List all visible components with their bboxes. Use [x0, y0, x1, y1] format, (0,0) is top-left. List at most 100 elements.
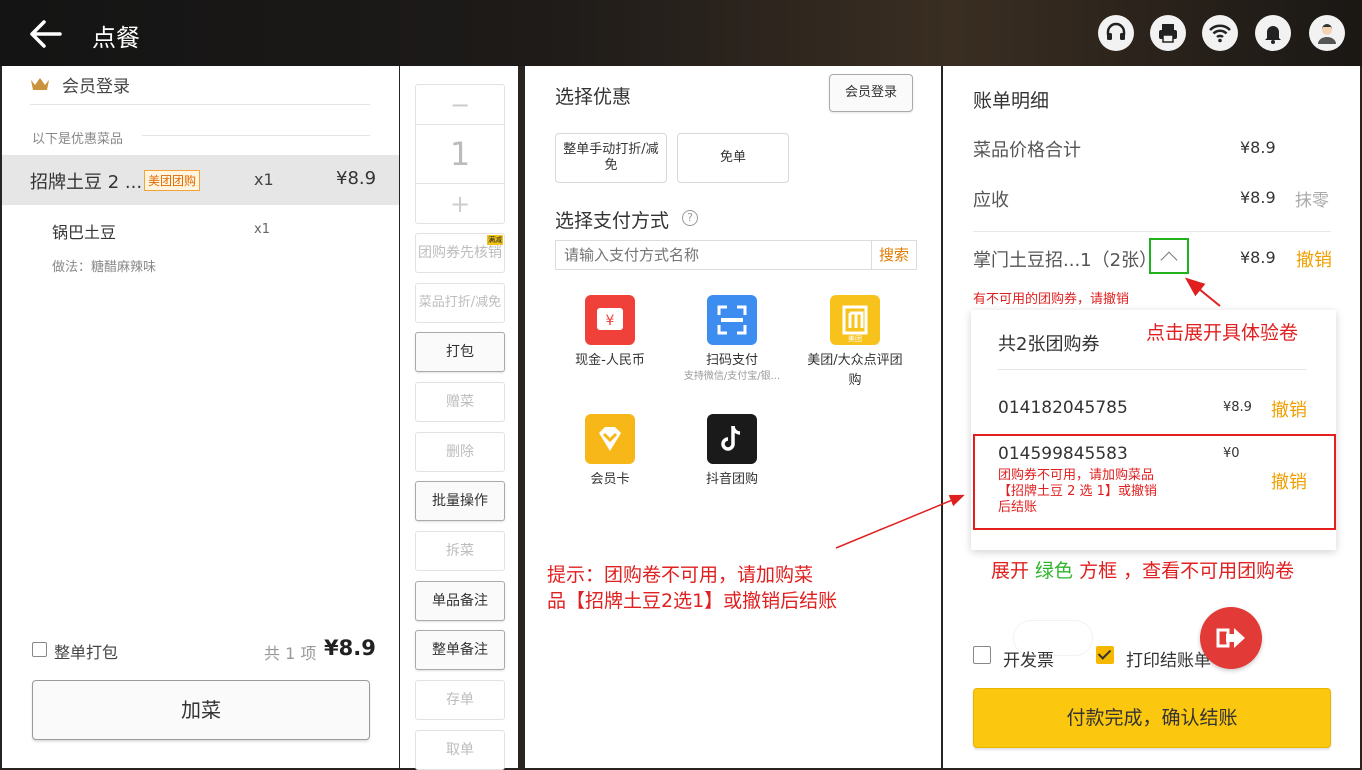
bill-panel: 账单明细 菜品价格合计 ¥8.9 应收 ¥8.9 抹零 掌门土豆招...1（2张… — [943, 66, 1360, 768]
quantity-value: 1 — [449, 135, 471, 173]
discount-section-title: 选择优惠 — [555, 86, 632, 108]
delete-button[interactable]: 删除 — [415, 432, 505, 472]
member-login-link[interactable]: 会员登录 — [62, 72, 130, 97]
coupon-value: ¥8.9 — [1240, 248, 1276, 267]
annotation-hint: 提示：团购卷不可用，请加购菜 品【招牌土豆2选1】或撤销后结账 — [547, 562, 837, 614]
divider — [998, 369, 1306, 370]
subtotal-label: 菜品价格合计 — [973, 140, 1081, 161]
top-bar: 点餐 — [0, 0, 1362, 66]
pay-method-label: 会员卡 — [590, 472, 630, 487]
groupon-verify-button[interactable]: 团购券先核销 满减 — [415, 233, 505, 273]
exit-icon[interactable] — [1200, 607, 1262, 669]
gift-dish-button[interactable]: 赠菜 — [415, 382, 505, 422]
save-order-button[interactable]: 存单 — [415, 680, 505, 720]
payment-search-input[interactable] — [555, 240, 871, 270]
item-qty: x1 — [254, 222, 270, 237]
decrement-button[interactable]: − — [416, 85, 504, 125]
annotation-green-word: 绿色 — [1035, 560, 1074, 582]
pack-button[interactable]: 打包 — [415, 332, 505, 372]
payment-panel: 选择优惠 会员登录 整单手动打折/减免 免单 选择支付方式 ? 搜索 ¥ 现金-… — [525, 66, 941, 768]
coupon-label: 掌门土豆招...1（2张） — [973, 250, 1158, 271]
pack-all-checkbox[interactable] — [32, 642, 47, 657]
avatar[interactable] — [1309, 15, 1345, 51]
scan-icon — [707, 295, 757, 345]
batch-operation-button[interactable]: 批量操作 — [415, 481, 505, 521]
pay-method-label: 美团/大众点评团购 — [807, 353, 903, 388]
payment-method-title: 选择支付方式 — [555, 210, 670, 232]
pack-all-label: 整单打包 — [54, 643, 119, 662]
print-receipt-checkbox[interactable] — [1096, 646, 1114, 664]
print-receipt-label: 打印结账单 — [1126, 651, 1211, 671]
annotation-red-box — [973, 434, 1336, 530]
back-arrow-icon[interactable] — [28, 18, 64, 50]
order-item-row[interactable]: 招牌土豆 2 ... 美团团购 x1 ¥8.9 — [2, 155, 399, 205]
page-title: 点餐 — [92, 24, 140, 52]
search-button[interactable]: 搜索 — [871, 240, 917, 270]
yen-icon: ¥ — [585, 295, 635, 345]
pay-method-label: 抖音团购 — [705, 472, 758, 487]
operations-column: − 1 + 团购券先核销 满减 菜品打折/减免 打包 赠菜 删除 批量操作 拆菜 … — [400, 66, 518, 770]
dish-discount-button[interactable]: 菜品打折/减免 — [415, 283, 505, 323]
item-price: ¥8.9 — [336, 168, 377, 189]
pay-method-label: 扫码支付 — [705, 353, 758, 368]
invoice-label: 开发票 — [1003, 651, 1054, 671]
bell-icon[interactable] — [1255, 15, 1291, 51]
receivable-value: ¥8.9 — [1240, 188, 1276, 207]
button-label: 整单手动打折/减免 — [563, 142, 659, 173]
quantity-stepper: − 1 + — [415, 84, 505, 224]
divider — [142, 135, 370, 136]
pay-method-cash[interactable]: ¥ 现金-人民币 — [555, 295, 665, 371]
coupon-code: 014182045785 — [998, 398, 1128, 418]
pay-method-scan[interactable]: 扫码支付 支持微信/支付宝/银... — [677, 295, 787, 383]
retrieve-order-button[interactable]: 取单 — [415, 730, 505, 770]
promo-section-label: 以下是优惠菜品 — [32, 132, 124, 147]
meituan-icon: 美团 — [830, 295, 880, 345]
round-off-button[interactable]: 抹零 — [1295, 186, 1329, 211]
coupon-warning: 有不可用的团购券，请撤销 — [973, 292, 1130, 307]
bill-title: 账单明细 — [973, 90, 1050, 112]
pay-method-meituan[interactable]: 美团 美团/大众点评团购 — [800, 295, 910, 391]
headset-icon[interactable] — [1098, 15, 1134, 51]
annotation-expand-note: 展开 绿色 方框 ，查看不可用团购卷 — [991, 556, 1294, 583]
item-name: 锅巴土豆 — [52, 223, 117, 242]
douyin-icon — [707, 414, 757, 464]
pay-method-sub: 支持微信/支付宝/银... — [683, 371, 781, 382]
pay-method-vip-card[interactable]: 会员卡 — [555, 414, 665, 490]
free-order-button[interactable]: 免单 — [677, 133, 789, 183]
invoice-checkbox[interactable] — [973, 646, 991, 664]
chevron-up-icon — [1160, 251, 1178, 269]
svg-text:美团: 美团 — [848, 334, 862, 343]
item-note-button[interactable]: 单品备注 — [415, 581, 505, 621]
order-note-button[interactable]: 整单备注 — [415, 630, 505, 670]
pay-method-label: 现金-人民币 — [575, 353, 645, 368]
svg-text:¥: ¥ — [606, 313, 615, 329]
confirm-checkout-button[interactable]: 付款完成，确认结账 — [973, 688, 1331, 748]
member-login-button[interactable]: 会员登录 — [829, 74, 913, 112]
groupon-tag: 美团团购 — [144, 170, 201, 191]
printer-icon[interactable] — [1150, 15, 1186, 51]
annotation-click-note: 点击展开具体验卷 — [1146, 322, 1299, 344]
coupon-amount: ¥8.9 — [1223, 400, 1252, 415]
item-qty: x1 — [254, 170, 274, 189]
subtotal-value: ¥8.9 — [1240, 138, 1276, 157]
manual-discount-button[interactable]: 整单手动打折/减免 — [555, 133, 667, 183]
crown-icon — [30, 76, 50, 92]
add-dish-button[interactable]: 加菜 — [32, 680, 370, 740]
order-panel: 会员登录 以下是优惠菜品 招牌土豆 2 ... 美团团购 x1 ¥8.9 锅巴土… — [2, 66, 399, 768]
annotation-line: 提示：团购卷不可用，请加购菜 — [547, 564, 814, 586]
expand-coupons-toggle[interactable] — [1149, 238, 1189, 274]
coupon-revoke-button[interactable]: 撤销 — [1296, 246, 1332, 272]
increment-button[interactable]: + — [416, 183, 504, 223]
total-count: 共 1 项 — [264, 644, 317, 663]
pay-method-douyin[interactable]: 抖音团购 — [677, 414, 787, 490]
annotation-line: 品【招牌土豆2选1】或撤销后结账 — [547, 590, 838, 612]
vip-card-icon — [585, 414, 635, 464]
receivable-label: 应收 — [973, 190, 1009, 211]
divider — [30, 104, 370, 105]
wifi-icon[interactable] — [1202, 15, 1238, 51]
item-method: 做法：糖醋麻辣味 — [52, 260, 157, 275]
split-dish-button[interactable]: 拆菜 — [415, 531, 505, 571]
button-label: 团购券先核销 — [418, 245, 502, 261]
coupon-revoke-button[interactable]: 撤销 — [1271, 396, 1307, 422]
help-icon[interactable]: ? — [682, 210, 698, 226]
